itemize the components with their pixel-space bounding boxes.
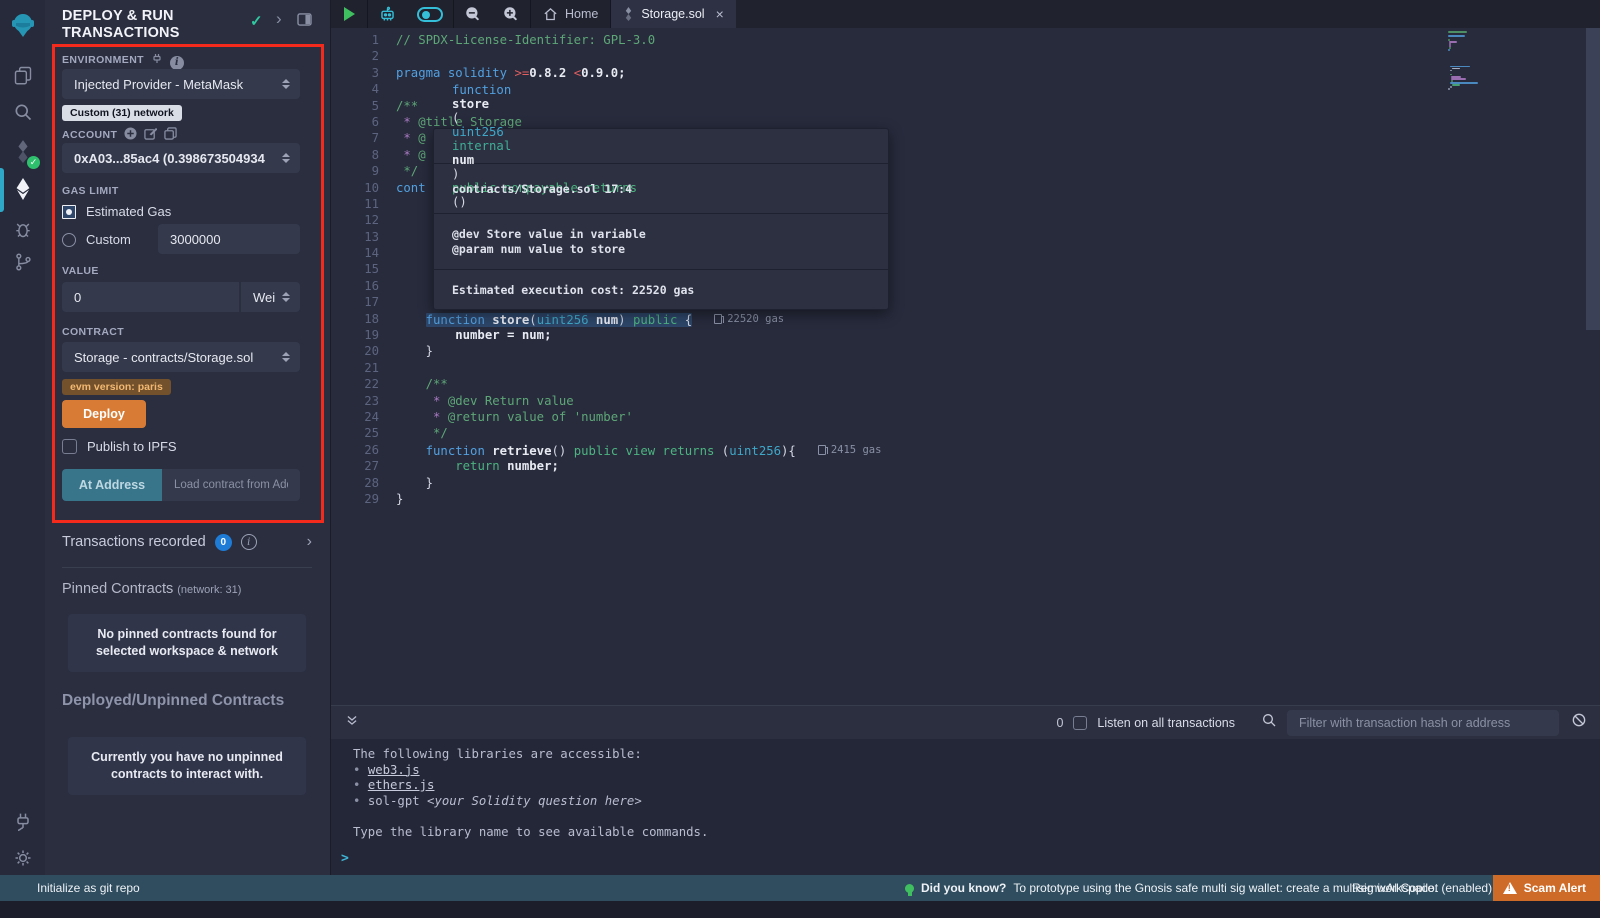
activity-bar: ✓ <box>0 0 45 875</box>
panel-check-icon: ✓ <box>250 12 263 30</box>
copy-address-icon[interactable] <box>164 127 177 143</box>
panel-expand-icon[interactable]: › <box>276 9 282 29</box>
value-input[interactable] <box>62 282 239 312</box>
search-icon[interactable] <box>0 95 45 129</box>
tooltip-signature: function store (uint256 internal num) pu… <box>434 129 888 163</box>
chevron-updown-icon <box>282 79 290 89</box>
network-badge: Custom (31) network <box>62 105 182 121</box>
solidity-file-icon <box>623 7 634 21</box>
minimap[interactable] <box>1448 31 1568 90</box>
solidity-compiler-icon[interactable]: ✓ <box>0 135 45 169</box>
transaction-filter-input[interactable] <box>1287 710 1559 736</box>
plug-icon[interactable] <box>151 53 163 68</box>
pinned-contracts-title: Pinned Contracts (network: 31) <box>62 581 241 597</box>
divider <box>62 567 312 568</box>
evm-version-badge: evm version: paris <box>62 379 171 395</box>
publish-ipfs-checkbox[interactable] <box>62 439 77 454</box>
copilot-toggle[interactable] <box>407 0 453 28</box>
panel-title: DEPLOY & RUN TRANSACTIONS <box>62 8 222 42</box>
chevron-updown-icon <box>282 292 290 302</box>
environment-label: ENVIRONMENTi <box>62 53 184 70</box>
settings-gear-icon[interactable] <box>0 841 45 875</box>
transactions-recorded-row[interactable]: Transactions recorded 0 i › <box>62 533 312 551</box>
at-address-button[interactable]: At Address <box>62 469 162 501</box>
zoom-in-icon[interactable] <box>492 0 530 28</box>
tooltip-gas-estimate: Estimated execution cost: 22520 gas <box>434 269 888 309</box>
listen-count: 0 <box>1056 716 1063 730</box>
contract-select[interactable]: Storage - contracts/Storage.sol <box>62 342 300 372</box>
deploy-run-icon[interactable] <box>0 172 45 206</box>
copilot-status[interactable]: RemixAI Copilot (enabled) <box>1352 881 1492 895</box>
hover-tooltip: function store (uint256 internal num) pu… <box>433 128 889 310</box>
run-script-button[interactable] <box>331 0 367 28</box>
listen-all-checkbox[interactable] <box>1073 716 1087 730</box>
at-address-input[interactable] <box>162 469 300 501</box>
editor-scrollbar[interactable] <box>1586 28 1600 705</box>
contract-label: CONTRACT <box>62 326 124 338</box>
custom-gas-radio[interactable]: Custom <box>62 231 131 249</box>
value-label: VALUE <box>62 265 99 277</box>
custom-gas-input[interactable] <box>158 224 300 254</box>
chevron-right-icon[interactable]: › <box>307 533 312 551</box>
pinned-empty-message: No pinned contracts found for selected w… <box>68 614 306 672</box>
warning-icon <box>1503 882 1517 894</box>
listen-all-label: Listen on all transactions <box>1097 716 1235 730</box>
terminal-header: 0 Listen on all transactions <box>331 705 1600 739</box>
environment-info-icon[interactable]: i <box>170 56 184 70</box>
collapse-terminal-icon[interactable] <box>345 713 359 732</box>
terminal: 0 Listen on all transactions The followi… <box>331 705 1600 875</box>
remix-ide-window: ✓ DEPLOY & RUN TRANSACTIONS ✓ › ENVIRONM… <box>0 0 1600 918</box>
code-editor[interactable]: 1// SPDX-License-Identifier: GPL-3.023pr… <box>331 28 1600 705</box>
chevron-updown-icon <box>282 352 290 362</box>
gas-limit-label: GAS LIMIT <box>62 185 119 197</box>
gas-hint: 22520 gas <box>714 311 784 327</box>
terminal-prompt[interactable]: > <box>341 851 349 866</box>
panel-layout-icon[interactable] <box>297 13 312 31</box>
gas-hint: 2415 gas <box>818 442 882 458</box>
chevron-updown-icon <box>282 153 290 163</box>
transactions-count-badge: 0 <box>215 534 232 551</box>
account-label: ACCOUNT <box>62 127 177 143</box>
status-bar: Initialize as git repo Did you know? To … <box>0 875 1600 901</box>
transactions-info-icon[interactable]: i <box>241 534 257 550</box>
estimated-gas-radio[interactable]: Estimated Gas <box>62 203 171 221</box>
debugger-icon[interactable] <box>0 212 45 246</box>
publish-ipfs-row[interactable]: Publish to IPFS <box>62 438 177 456</box>
unpinned-empty-message: Currently you have no unpinned contracts… <box>68 737 306 795</box>
lightbulb-icon <box>905 884 914 893</box>
account-select[interactable]: 0xA03...85ac4 (0.398673504934 <box>62 143 300 173</box>
close-tab-icon[interactable]: × <box>716 6 724 22</box>
scrollbar-thumb[interactable] <box>1586 28 1600 330</box>
tab-storage-sol[interactable]: Storage.sol × <box>611 0 735 28</box>
editor-region: Home Storage.sol × 1// SPDX-License-Iden… <box>330 0 1600 875</box>
tooltip-doc: @dev Store value in variable@param num v… <box>434 213 888 269</box>
tab-home[interactable]: Home <box>531 0 610 28</box>
deploy-button[interactable]: Deploy <box>62 400 146 428</box>
edit-account-icon[interactable] <box>144 127 157 143</box>
clear-console-icon[interactable] <box>1571 712 1587 733</box>
terminal-lines[interactable]: The following libraries are accessible:•… <box>353 747 708 840</box>
scam-alert-button[interactable]: Scam Alert <box>1493 875 1600 901</box>
git-init-status[interactable]: Initialize as git repo <box>37 881 140 895</box>
environment-select[interactable]: Injected Provider - MetaMask <box>62 69 300 99</box>
terminal-search-icon[interactable] <box>1261 712 1277 733</box>
plugin-manager-icon[interactable] <box>0 805 45 839</box>
zoom-out-icon[interactable] <box>454 0 492 28</box>
git-icon[interactable] <box>0 245 45 279</box>
unpinned-contracts-title: Deployed/Unpinned Contracts <box>62 692 284 710</box>
remixai-robot-icon[interactable] <box>368 0 407 28</box>
compiler-success-badge: ✓ <box>27 156 40 169</box>
editor-topbar: Home Storage.sol × <box>331 0 1600 28</box>
value-unit-select[interactable]: Wei <box>240 282 300 312</box>
deploy-run-panel: DEPLOY & RUN TRANSACTIONS ✓ › ENVIRONMEN… <box>45 0 330 875</box>
add-account-icon[interactable] <box>124 127 137 143</box>
remix-logo-icon[interactable] <box>0 6 45 44</box>
file-explorer-icon[interactable] <box>0 58 45 92</box>
bottom-strip <box>0 901 1600 918</box>
home-icon <box>543 7 558 22</box>
